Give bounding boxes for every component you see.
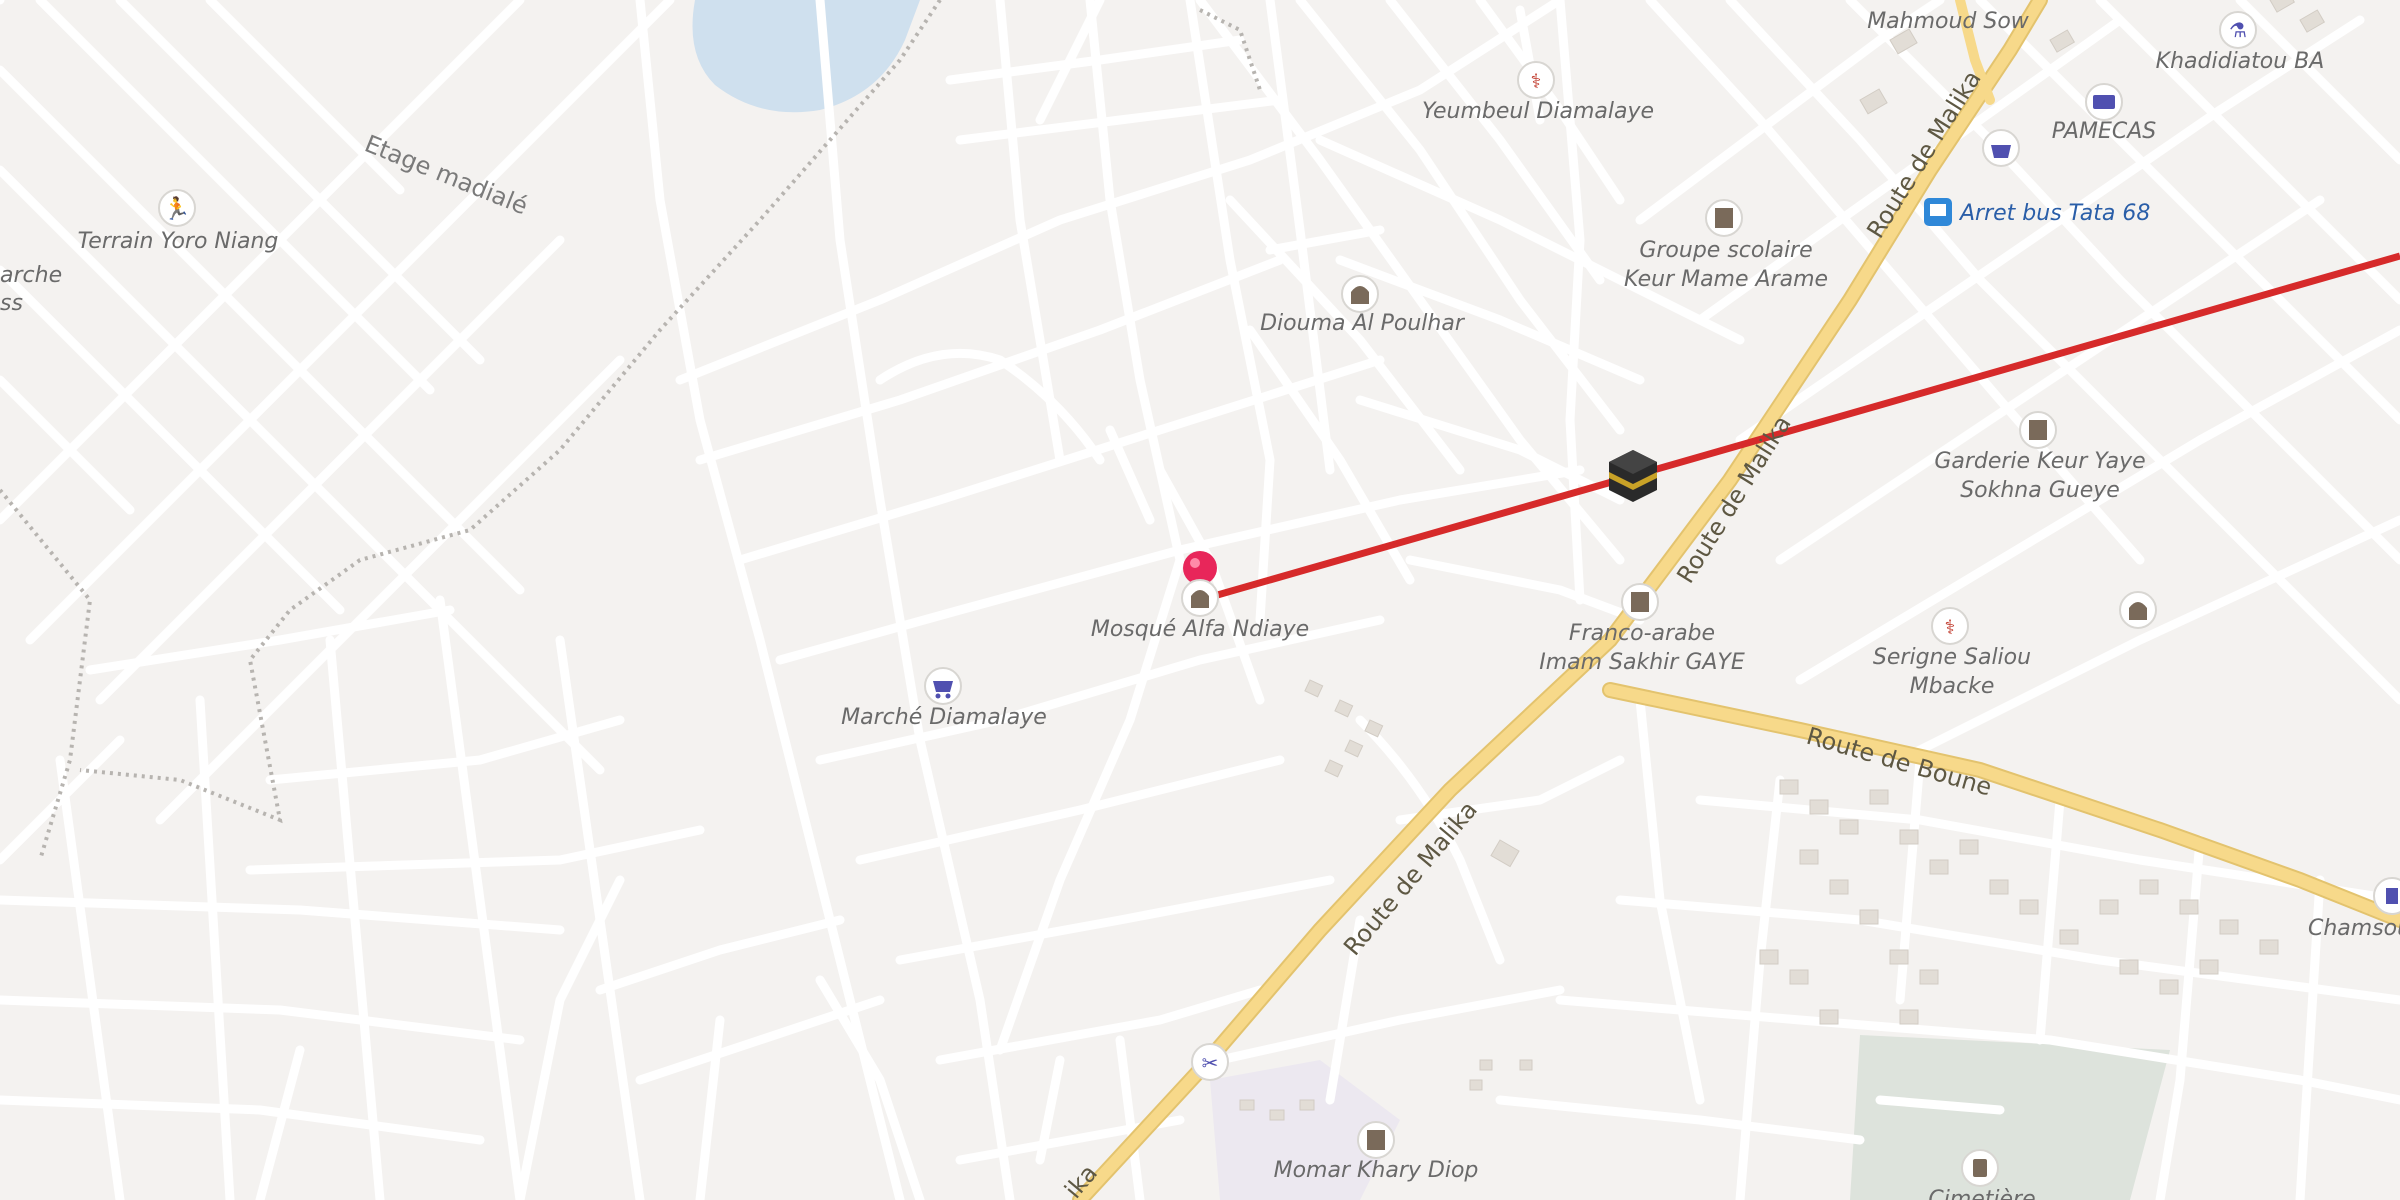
poi-label: Mahmoud Sow (1867, 9, 2030, 34)
school-icon[interactable] (2019, 411, 2057, 449)
poi-label: Marché Diamalaye (841, 705, 1047, 730)
health-icon[interactable]: ⚕ (1931, 607, 1969, 645)
school-icon[interactable] (1621, 583, 1659, 621)
poi-label: Imam Sakhir GAYE (1539, 650, 1745, 675)
cemetery-icon[interactable] (1961, 1149, 1999, 1187)
poi-label: Yeumbeul Diamalaye (1422, 99, 1654, 124)
svg-text:✂: ✂ (1202, 1051, 1219, 1075)
poi-label: ss (0, 291, 23, 316)
poi-label: Mbacke (1910, 674, 1995, 699)
poi-label: Momar Khary Diop (1274, 1158, 1479, 1183)
poi-label: Serigne Saliou (1873, 645, 2031, 670)
svg-text:⚕: ⚕ (1531, 69, 1542, 93)
poi-label: Keur Mame Arame (1624, 267, 1828, 292)
poi-label: Arret bus Tata 68 (1958, 201, 2150, 226)
pharmacy-icon[interactable]: ⚗ (2219, 11, 2257, 49)
svg-text:⚗: ⚗ (2229, 18, 2247, 42)
bank-icon[interactable] (2085, 83, 2123, 121)
poi-label: PAMECAS (2052, 119, 2157, 144)
poi-label: Franco-arabe (1569, 621, 1715, 646)
shopping-icon[interactable] (1982, 129, 2020, 167)
svg-text:⚕: ⚕ (1945, 615, 1956, 639)
health-icon[interactable]: ⚕ (1517, 61, 1555, 99)
poi-label: Sokhna Gueye (1960, 478, 2120, 503)
poi-label: Chamsou (2308, 916, 2400, 941)
mosque-icon[interactable] (1181, 579, 1219, 617)
school-icon[interactable] (1357, 1121, 1395, 1159)
poi-label: Diouma Al Poulhar (1260, 311, 1466, 336)
poi-label: Mosqué Alfa Ndiaye (1091, 617, 1309, 642)
mosque-icon[interactable] (2119, 591, 2157, 629)
poi-label: Khadidiatou BA (2156, 49, 2325, 74)
scissors-icon[interactable]: ✂ (1191, 1043, 1229, 1081)
shopping-icon[interactable] (924, 667, 962, 705)
poi-label: Groupe scolaire (1639, 238, 1812, 263)
mosque-icon[interactable] (1341, 275, 1379, 313)
cemetery-area (1850, 1035, 2170, 1200)
poi-label: Garderie Keur Yaye (1934, 449, 2145, 474)
bus-stop-icon[interactable] (1924, 198, 1952, 226)
poi-label: arche (0, 263, 62, 288)
poi-label: Cimetière (1928, 1187, 2035, 1200)
svg-text:🏃: 🏃 (163, 196, 190, 222)
pharmacy-icon[interactable] (2373, 877, 2400, 915)
school-icon[interactable] (1705, 199, 1743, 237)
sport-icon[interactable]: 🏃 (158, 189, 196, 227)
poi-label: Terrain Yoro Niang (78, 229, 279, 254)
map-canvas[interactable]: 🏃 ⚕ ⚗ ⚕ ✂ Route de Malika Route de Malik… (0, 0, 2400, 1200)
